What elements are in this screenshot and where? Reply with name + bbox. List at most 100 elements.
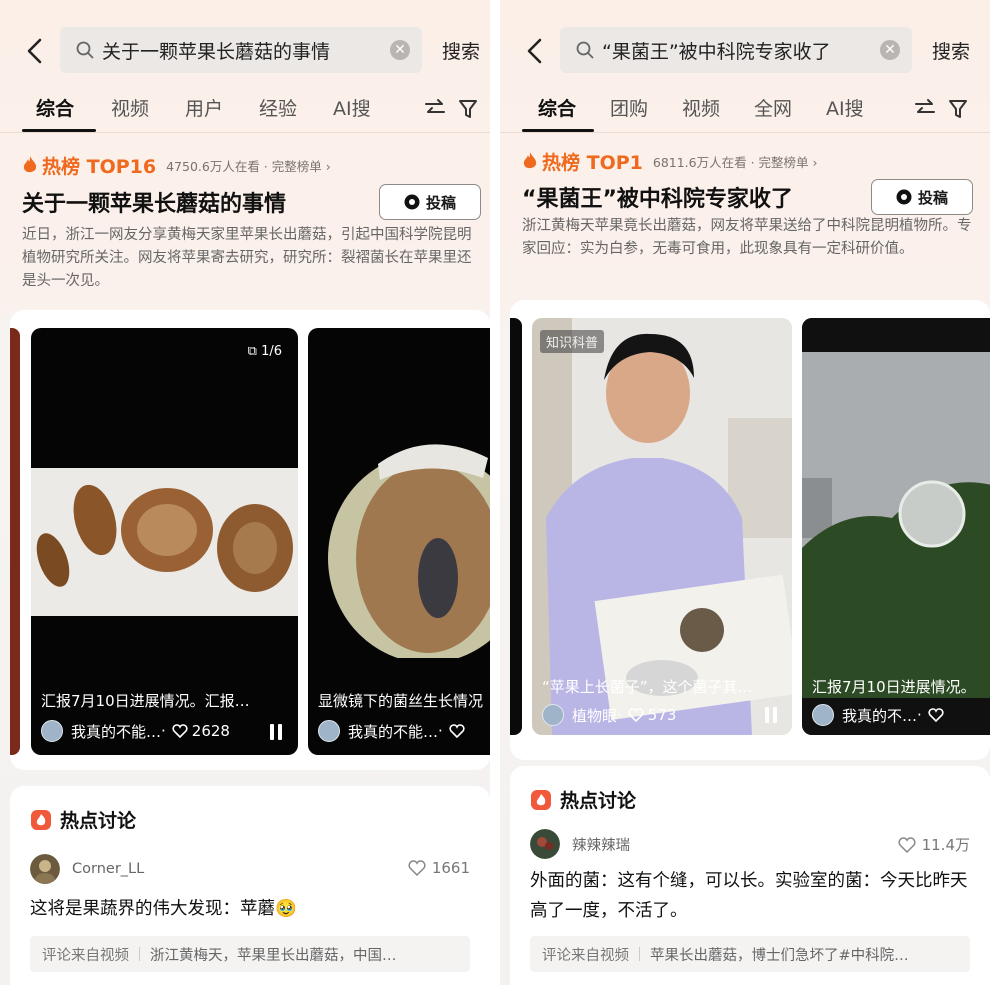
commenter[interactable]: Corner_LL	[30, 854, 144, 884]
search-button[interactable]: 搜索	[442, 37, 480, 64]
topic-description: 浙江黄梅天苹果竟长出蘑菇，网友将苹果送给了中科院昆明植物所。专家回应：实为白参，…	[522, 218, 972, 257]
video-footer: 我真的不能… ·	[318, 719, 469, 743]
pause-icon[interactable]	[269, 724, 283, 740]
heart-icon[interactable]	[628, 707, 644, 723]
hot-discussion-card[interactable]: 热点讨论 Corner_LL 1661 这将是果蔬界的伟大发现：苹蘑🥹 评论来自…	[10, 786, 490, 985]
topic-title: “果菌王”被中科院专家收了	[522, 187, 793, 212]
video-card[interactable]: 汇报7月10日进展情况。 我真的不… ·	[802, 318, 990, 735]
search-result-screen-right: “果菌王”被中科院专家收了 ✕ 搜索 综合 团购 视频 全网 AI搜 热榜 TO…	[500, 0, 990, 985]
heart-icon[interactable]	[449, 723, 465, 739]
commenter-name: Corner_LL	[72, 861, 145, 877]
flame-icon	[23, 156, 37, 173]
video-card[interactable]: 显微镜下的菌丝生长情况 我真的不能… ·	[308, 328, 490, 755]
video-card[interactable]: 知识科普 “苹果上长菌子”，这个菌子其… 植物眼 · 573	[532, 318, 792, 735]
search-icon	[76, 41, 94, 59]
tab-comprehensive[interactable]: 综合	[538, 94, 576, 121]
heart-icon[interactable]	[172, 723, 188, 739]
hot-viewers-meta: 4750.6万人在看 · 完整榜单 ›	[166, 158, 331, 174]
camera-icon	[896, 189, 912, 205]
heart-icon	[898, 836, 916, 853]
avatar[interactable]	[41, 720, 63, 742]
image-count-badge: ⧉ 1/6	[247, 344, 282, 359]
previous-video-edge[interactable]	[510, 318, 522, 735]
expert-video-thumbnail	[532, 318, 792, 735]
video-caption: “苹果上长菌子”，这个菌子其…	[542, 678, 753, 696]
sort-and-filter-icon[interactable]	[420, 96, 480, 122]
hot-viewers-meta: 6811.6万人在看 · 完整榜单 ›	[652, 154, 818, 170]
clear-search-icon[interactable]: ✕	[390, 40, 410, 60]
comment-text: 这将是果蔬界的伟大发现：苹蘑🥹	[30, 899, 297, 919]
tab-video[interactable]: 视频	[111, 94, 149, 121]
submit-post-label: 投稿	[917, 188, 948, 207]
hot-rank-label: 热榜 TOP16	[42, 155, 157, 178]
author-name[interactable]: 我真的不能…	[348, 721, 438, 742]
author-name[interactable]: 我真的不能…	[71, 721, 161, 742]
search-query-text: 关于一颗苹果长蘑菇的事情	[102, 41, 331, 63]
tab-users[interactable]: 用户	[185, 94, 223, 121]
comment-likes[interactable]: 11.4万	[898, 834, 970, 855]
author-name[interactable]: 植物眼	[572, 705, 617, 726]
topic-title: 关于一颗苹果长蘑菇的事情	[22, 192, 287, 217]
flame-icon	[523, 152, 537, 169]
hot-rank-row[interactable]: 热榜 TOP1 6811.6万人在看 · 完整榜单 ›	[522, 148, 818, 174]
hot-rank-row[interactable]: 热榜 TOP16 4750.6万人在看 · 完整榜单 ›	[22, 152, 331, 178]
avatar	[530, 829, 560, 859]
screenshot-gap	[490, 0, 500, 985]
video-caption: 汇报7月10日进展情况。汇报…	[41, 692, 250, 710]
comment-text: 外面的菌：这有个缝，可以长。实验室的菌：今天比昨天高了一度，不活了。	[530, 871, 968, 921]
tab-ai-search[interactable]: AI搜	[333, 94, 371, 121]
video-carousel[interactable]: ⧉ 1/6 汇报7月10日进展情况。汇报… 我真的不能… · 2628 显微镜下…	[10, 310, 490, 770]
sort-and-filter-icon[interactable]	[910, 96, 970, 122]
heart-icon[interactable]	[928, 707, 944, 723]
avatar[interactable]	[542, 704, 564, 726]
filter-tabs: 综合 视频 用户 经验 AI搜	[0, 88, 490, 132]
comment-source[interactable]: 评论来自视频 苹果长出蘑菇，博士们急坏了#中科院…	[530, 936, 970, 972]
search-input[interactable]: 关于一颗苹果长蘑菇的事情 ✕	[60, 27, 422, 73]
submit-post-button[interactable]: 投稿	[379, 184, 481, 220]
pause-icon[interactable]	[764, 707, 778, 723]
submit-post-button[interactable]: 投稿	[871, 179, 973, 215]
video-carousel[interactable]: 知识科普 “苹果上长菌子”，这个菌子其… 植物眼 · 573 汇报7月10日进展…	[510, 300, 990, 760]
author-name[interactable]: 我真的不…	[842, 705, 917, 726]
tab-experience[interactable]: 经验	[259, 94, 297, 121]
tab-web[interactable]: 全网	[754, 94, 792, 121]
back-arrow-icon[interactable]	[524, 38, 546, 64]
search-input[interactable]: “果菌王”被中科院专家收了 ✕	[560, 27, 912, 73]
heart-icon	[408, 860, 426, 877]
like-count: 2628	[191, 722, 230, 740]
search-icon	[576, 41, 594, 59]
video-footer: 我真的不… ·	[812, 703, 948, 727]
discussion-icon	[531, 789, 551, 810]
tab-comprehensive[interactable]: 综合	[36, 94, 74, 121]
tab-video[interactable]: 视频	[682, 94, 720, 121]
content-tag: 知识科普	[540, 330, 605, 353]
video-footer: 植物眼 · 573	[542, 703, 676, 727]
video-card[interactable]: ⧉ 1/6 汇报7月10日进展情况。汇报… 我真的不能… · 2628	[31, 328, 298, 755]
stack-icon: ⧉	[247, 344, 262, 359]
hot-rank-label: 热榜 TOP1	[542, 151, 643, 174]
video-caption: 显微镜下的菌丝生长情况	[318, 692, 484, 710]
avatar[interactable]	[318, 720, 340, 742]
commenter-name: 辣辣辣瑞	[572, 837, 630, 854]
avatar	[30, 854, 60, 884]
avatar[interactable]	[812, 704, 834, 726]
search-button[interactable]: 搜索	[932, 37, 970, 64]
comment-likes[interactable]: 1661	[408, 859, 470, 877]
previous-video-edge[interactable]	[10, 328, 20, 755]
back-arrow-icon[interactable]	[24, 38, 46, 64]
search-result-screen-left: 关于一颗苹果长蘑菇的事情 ✕ 搜索 综合 视频 用户 经验 AI搜 热榜 TOP…	[0, 0, 490, 985]
tab-group-buy[interactable]: 团购	[610, 94, 648, 121]
camera-icon	[404, 194, 420, 210]
comment-source[interactable]: 评论来自视频 浙江黄梅天，苹果里长出蘑菇，中国…	[30, 936, 470, 972]
topic-description: 近日，浙江一网友分享黄梅天家里苹果长出蘑菇，引起中国科学院昆明植物研究所关注。网…	[22, 227, 472, 289]
filter-tabs: 综合 团购 视频 全网 AI搜	[500, 88, 990, 132]
video-footer: 我真的不能… · 2628	[41, 719, 230, 743]
hot-discussion-card[interactable]: 热点讨论 辣辣辣瑞 11.4万 外面的菌：这有个缝，可以长。实验室的菌：今天比昨…	[510, 766, 990, 985]
tab-ai-search[interactable]: AI搜	[826, 94, 864, 121]
clear-search-icon[interactable]: ✕	[880, 40, 900, 60]
commenter[interactable]: 辣辣辣瑞	[530, 829, 630, 859]
like-count: 573	[647, 706, 677, 724]
apple-cross-section-image	[328, 444, 490, 658]
petri-dish-outdoor-image	[802, 318, 990, 735]
discussion-heading: 热点讨论	[30, 806, 136, 833]
